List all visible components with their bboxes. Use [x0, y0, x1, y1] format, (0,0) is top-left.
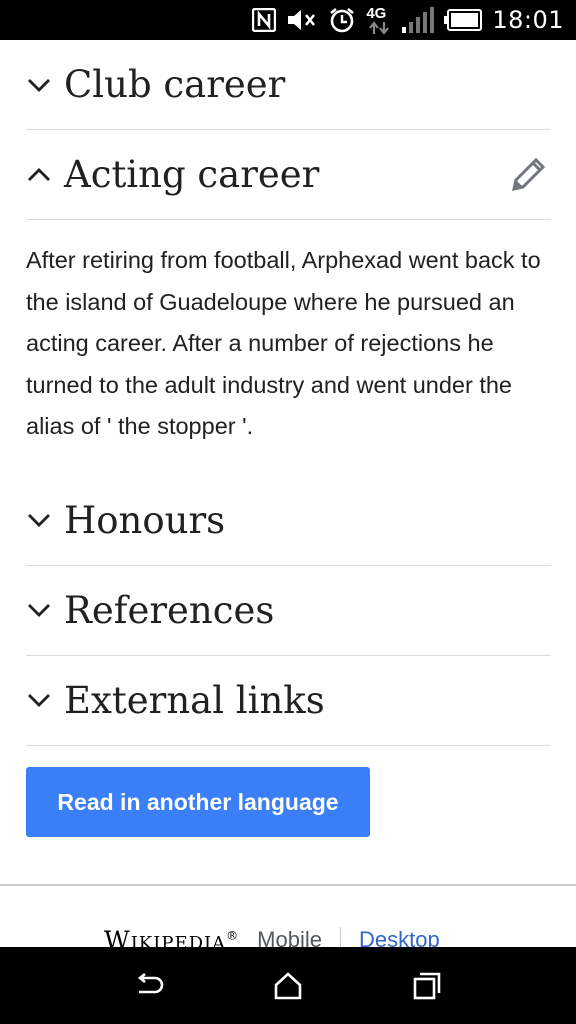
status-time: 18:01	[492, 6, 564, 34]
section-external-links: External links	[26, 656, 551, 746]
paragraph: After retiring from football, Arphexad w…	[26, 247, 541, 439]
edit-pencil-icon[interactable]	[509, 156, 547, 199]
signal-icon	[402, 7, 435, 33]
section-header-external-links[interactable]: External links	[26, 656, 551, 745]
section-acting-career: Acting career	[26, 130, 551, 220]
home-icon	[274, 971, 302, 999]
nfc-icon	[252, 8, 277, 32]
alarm-icon	[328, 6, 356, 34]
chevron-down-icon	[26, 72, 52, 98]
section-header-acting-career[interactable]: Acting career	[26, 130, 551, 219]
network-4g-icon: 4G	[366, 5, 392, 35]
article-content: Club career Acting career After retiring…	[26, 40, 551, 746]
back-icon	[138, 972, 164, 993]
section-title: Club career	[64, 63, 286, 106]
section-references: References	[26, 566, 551, 656]
chevron-down-icon	[26, 597, 52, 623]
section-header-honours[interactable]: Honours	[26, 476, 551, 565]
chevron-up-icon	[26, 162, 52, 188]
section-header-references[interactable]: References	[26, 566, 551, 655]
battery-icon	[444, 9, 483, 31]
status-bar: 4G 18:01	[0, 0, 576, 40]
section-body-acting-career: After retiring from football, Arphexad w…	[26, 220, 551, 476]
section-title: External links	[64, 678, 325, 722]
mute-icon	[286, 7, 318, 33]
chevron-down-icon	[26, 507, 52, 533]
section-club-career: Club career	[26, 40, 551, 130]
footer-divider	[0, 884, 576, 886]
read-in-another-language-button[interactable]: Read in another language	[26, 767, 370, 837]
recent-apps-button[interactable]	[402, 961, 452, 1011]
network-label: 4G	[366, 5, 387, 22]
section-title: References	[64, 588, 275, 632]
status-icons: 4G 18:01	[252, 0, 564, 40]
navigation-bar	[0, 947, 576, 1024]
section-title: Acting career	[64, 153, 320, 196]
section-honours: Honours	[26, 476, 551, 566]
section-title: Honours	[64, 498, 226, 542]
home-button[interactable]	[263, 961, 313, 1011]
back-button[interactable]	[124, 961, 174, 1011]
chevron-down-icon	[26, 687, 52, 713]
section-header-club-career[interactable]: Club career	[26, 40, 551, 129]
recent-apps-icon	[413, 972, 440, 999]
